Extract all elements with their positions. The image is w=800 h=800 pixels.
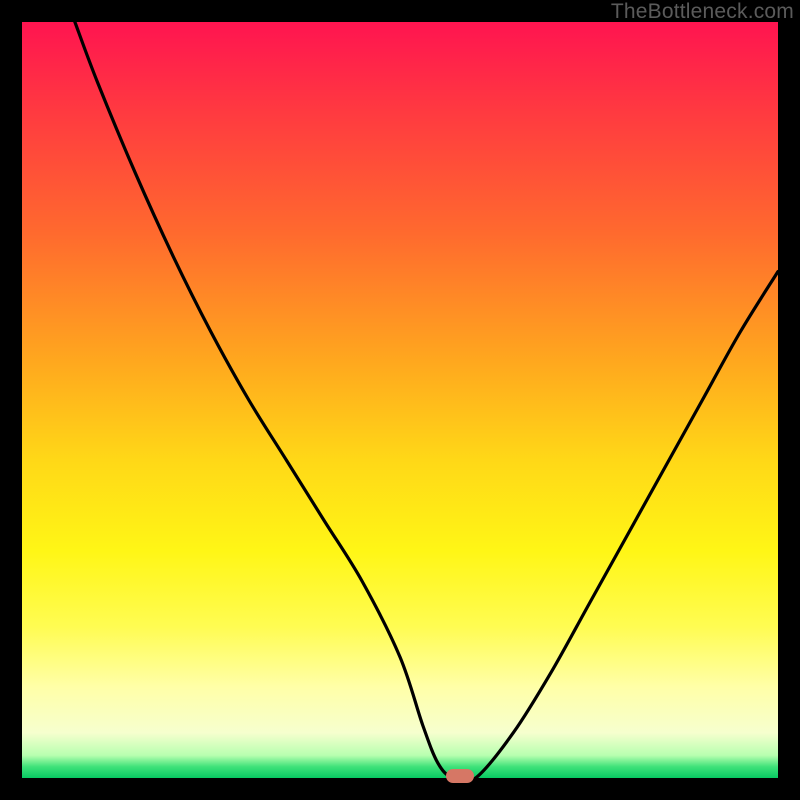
optimal-point-marker xyxy=(446,769,474,783)
bottleneck-curve xyxy=(22,22,778,778)
chart-frame: TheBottleneck.com xyxy=(0,0,800,800)
watermark-text: TheBottleneck.com xyxy=(611,0,794,24)
